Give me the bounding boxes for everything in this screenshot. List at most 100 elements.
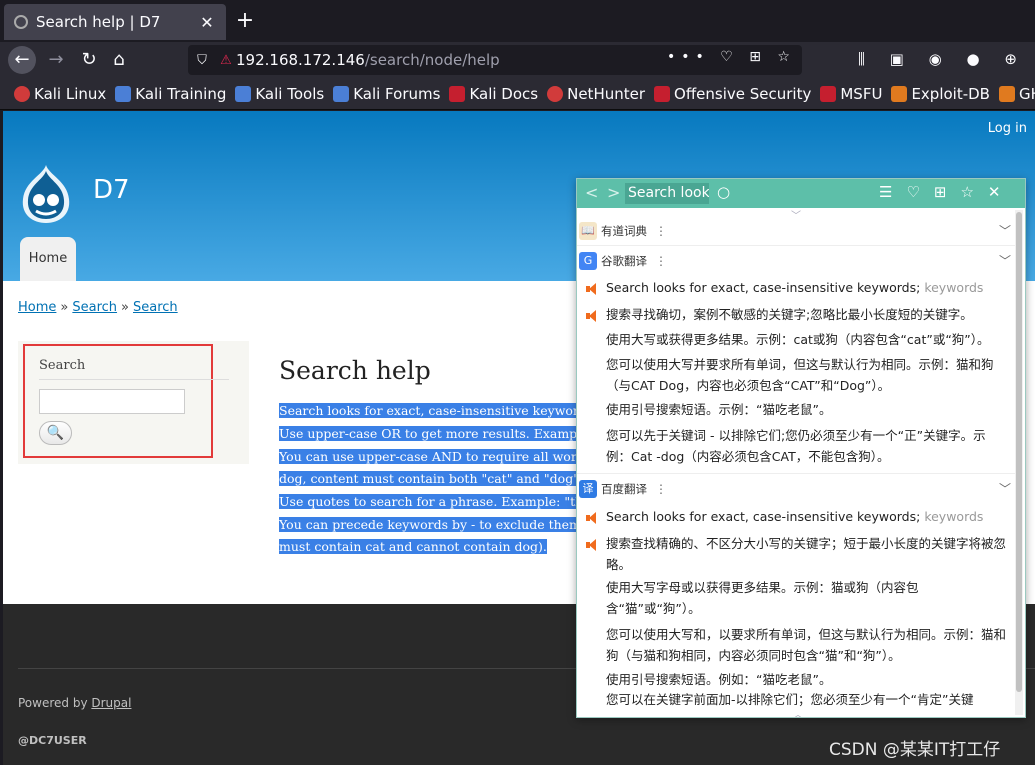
offsec-icon xyxy=(654,85,671,102)
shield-icon[interactable]: ⛉ xyxy=(188,53,216,68)
more-menu-icon[interactable]: ⋮ xyxy=(655,224,667,238)
more-menu-icon[interactable]: ⋮ xyxy=(655,254,667,268)
footer-user-block: @DC7USER xyxy=(18,734,87,747)
tab-bar: Search help | D7 ✕ + xyxy=(0,0,1035,42)
bookmarks-toolbar: Kali Linux Kali Training Kali Tools Kali… xyxy=(0,78,1035,110)
bookmark-kali-linux[interactable]: Kali Linux xyxy=(14,85,106,103)
popup-toolbar: < > Search looks ○ ☰♡⊞☆✕ xyxy=(577,179,1025,208)
navigation-toolbar: ← → ↻ ⌂ ⛉ ⚠ 192.168.172.146 /search/node… xyxy=(0,42,1035,78)
bookmark-kali-training[interactable]: Kali Training xyxy=(115,85,226,103)
exploitdb-icon xyxy=(891,85,908,102)
new-tab-button[interactable]: + xyxy=(233,8,257,36)
search-submit-button[interactable]: 🔍 xyxy=(39,421,72,445)
site-name[interactable]: D7 xyxy=(93,175,130,205)
search-block-title: Search xyxy=(39,358,86,373)
close-tab-icon[interactable]: ✕ xyxy=(198,13,216,32)
kali-docs-icon xyxy=(449,85,466,102)
ghdb-icon xyxy=(998,85,1015,102)
kali-training-icon xyxy=(115,85,132,102)
chevron-down-icon[interactable]: ﹀ xyxy=(999,480,1011,497)
login-link[interactable]: Log in xyxy=(988,121,1027,136)
home-button[interactable]: ⌂ xyxy=(105,46,133,74)
baidu-translation-line: 您可以使用大写和，以要求所有单词，但这与默认行为相同。示例：猫和狗（与猫和狗相同… xyxy=(606,627,1007,663)
google-source-text: Search looks for exact, case-insensitive… xyxy=(606,280,984,295)
csdn-watermark: CSDN @某某IT打工仔 xyxy=(829,740,1001,760)
drupal-link[interactable]: Drupal xyxy=(91,696,131,710)
baidu-name: 百度翻译 xyxy=(601,482,647,496)
baidu-translation-line: 使用大写字母或以获得更多结果。示例：猫或狗（内容包含“猫”或“狗”）。 xyxy=(606,580,919,616)
forward-button[interactable]: → xyxy=(42,46,70,74)
divider xyxy=(39,379,229,380)
nethunter-icon xyxy=(547,85,564,102)
address-bar[interactable]: ⛉ ⚠ 192.168.172.146 /search/node/help ••… xyxy=(188,45,802,75)
popup-search-icon[interactable]: ○ xyxy=(717,183,730,201)
divider xyxy=(577,473,1015,474)
speaker-icon[interactable] xyxy=(586,283,596,295)
bookmark-msfu[interactable]: MSFU xyxy=(820,85,882,103)
toolbar-extension-icons[interactable]: ⫼ ▣ ◉ ● ⊕ xyxy=(858,50,1027,68)
bookmark-kali-forums[interactable]: Kali Forums xyxy=(333,85,440,103)
more-menu-icon[interactable]: ⋮ xyxy=(655,482,667,496)
tab-title: Search help | D7 xyxy=(36,13,161,31)
reload-button[interactable]: ↻ xyxy=(75,46,103,74)
chevron-down-icon[interactable]: ﹀ xyxy=(999,252,1011,269)
kali-tools-icon xyxy=(235,85,252,102)
google-translation-line: 使用大写或获得更多结果。示例：cat或狗（内容包含“cat”或“狗”）。 xyxy=(606,332,990,347)
bookmark-nethunter[interactable]: NetHunter xyxy=(547,85,645,103)
youdao-icon: 📖 xyxy=(579,222,597,240)
google-section-header[interactable]: G 谷歌翻译 ⋮ ﹀ xyxy=(577,250,1015,272)
url-path: /search/node/help xyxy=(364,51,500,69)
bookmark-kali-tools[interactable]: Kali Tools xyxy=(235,85,324,103)
kali-forums-icon xyxy=(333,85,350,102)
baidu-translation-line: 使用引号搜索短语。例如：“猫吃老鼠”。 xyxy=(606,672,832,687)
divider xyxy=(577,245,1015,246)
msfu-icon xyxy=(820,85,837,102)
google-name: 谷歌翻译 xyxy=(601,254,647,268)
page-actions-icons[interactable]: ••• ♡ ⊞ ☆ xyxy=(667,49,796,65)
collapse-bottom-icon[interactable]: ︿ xyxy=(793,706,803,717)
tab-search-help[interactable]: Search help | D7 ✕ xyxy=(4,4,226,40)
google-translation-line: 您可以使用大写并要求所有单词，但这与默认行为相同。示例：猫和狗（与CAT Dog… xyxy=(606,357,994,393)
insecure-lock-icon[interactable]: ⚠ xyxy=(216,53,236,68)
baidu-translate-icon: 译 xyxy=(579,480,597,498)
breadcrumb-separator: » xyxy=(60,300,69,315)
drupal-logo-icon[interactable] xyxy=(17,163,75,225)
baidu-translation-line: 搜索查找精确的、不区分大小写的关键字；短于最小长度的关键字将被忽略。 xyxy=(606,536,1007,572)
popup-forward-icon[interactable]: > xyxy=(607,183,620,202)
search-block: Search 🔍 xyxy=(18,341,249,464)
bookmark-offensive-security[interactable]: Offensive Security xyxy=(654,85,811,103)
bookmark-ghdb[interactable]: GHDB xyxy=(998,85,1035,103)
youdao-section-header[interactable]: 📖 有道词典 ⋮ ﹀ xyxy=(577,220,1015,242)
bookmark-exploit-db[interactable]: Exploit-DB xyxy=(891,85,990,103)
breadcrumb-search[interactable]: Search xyxy=(72,300,117,315)
baidu-translation-line: 您可以在关键字前面加-以排除它们；您必须至少有一个“肯定”关键 xyxy=(606,693,974,707)
main-menu-home-tab[interactable]: Home xyxy=(20,237,76,281)
popup-back-icon[interactable]: < xyxy=(585,183,598,202)
search-input[interactable] xyxy=(39,389,185,414)
breadcrumb: Home» Search» Search xyxy=(18,300,178,315)
breadcrumb-home[interactable]: Home xyxy=(18,300,56,315)
speaker-icon[interactable] xyxy=(586,512,596,524)
popup-query-input[interactable]: Search looks xyxy=(625,183,709,204)
scrollbar-thumb[interactable] xyxy=(1016,212,1022,692)
baidu-source-text: Search looks for exact, case-insensitive… xyxy=(606,509,984,524)
bookmark-kali-docs[interactable]: Kali Docs xyxy=(449,85,538,103)
google-translate-icon: G xyxy=(579,252,597,270)
powered-by: Powered by Drupal xyxy=(18,696,132,710)
breadcrumb-search-current[interactable]: Search xyxy=(133,300,178,315)
google-translation-line: 使用引号搜索短语。示例：“猫吃老鼠”。 xyxy=(606,402,832,417)
back-button[interactable]: ← xyxy=(8,46,36,74)
chevron-down-icon[interactable]: ﹀ xyxy=(999,222,1011,239)
google-translation-line: 搜索寻找确切，案例不敏感的关键字;忽略比最小长度短的关键字。 xyxy=(606,307,973,322)
baidu-section-header[interactable]: 译 百度翻译 ⋮ ﹀ xyxy=(577,478,1015,500)
breadcrumb-separator: » xyxy=(121,300,129,315)
speaker-icon[interactable] xyxy=(586,310,596,322)
dictionary-popup: < > Search looks ○ ☰♡⊞☆✕ ﹀ 📖 有道词典 ⋮ ﹀ G … xyxy=(576,178,1026,718)
popup-toolbar-icons[interactable]: ☰♡⊞☆✕ xyxy=(879,183,1014,201)
popup-scrollbar[interactable] xyxy=(1015,210,1023,715)
globe-icon xyxy=(14,15,28,29)
url-host: 192.168.172.146 xyxy=(236,51,365,69)
speaker-icon[interactable] xyxy=(586,539,596,551)
page-title: Search help xyxy=(279,356,431,385)
kali-icon xyxy=(14,85,30,102)
